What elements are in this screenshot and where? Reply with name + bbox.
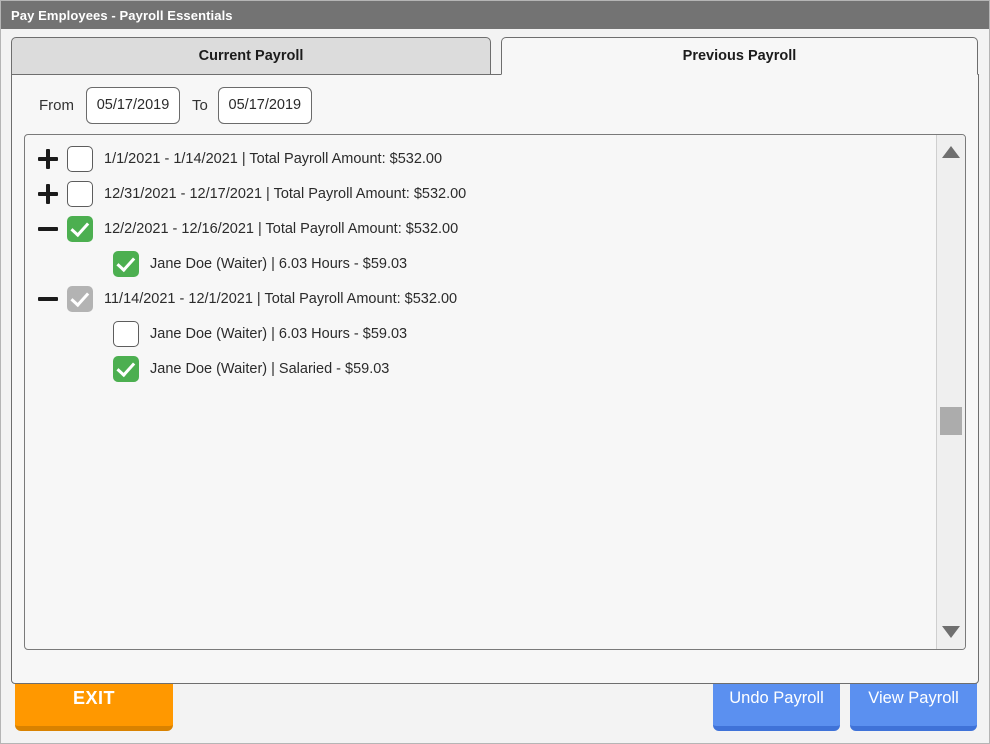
expand-plus-icon[interactable] <box>35 181 61 207</box>
tab-previous-payroll[interactable]: Previous Payroll <box>501 37 978 75</box>
tree-row[interactable]: 11/14/2021 - 12/1/2021 | Total Payroll A… <box>25 281 936 316</box>
tree-row-label: Jane Doe (Waiter) | 6.03 Hours - $59.03 <box>150 326 407 342</box>
to-label: To <box>192 97 208 114</box>
tree-row[interactable]: 1/1/2021 - 1/14/2021 | Total Payroll Amo… <box>25 141 936 176</box>
tree-row-label: 12/2/2021 - 12/16/2021 | Total Payroll A… <box>104 221 458 237</box>
tree-row-label: 12/31/2021 - 12/17/2021 | Total Payroll … <box>104 186 466 202</box>
tab-current-payroll-label: Current Payroll <box>199 48 304 64</box>
tree-row-label: 11/14/2021 - 12/1/2021 | Total Payroll A… <box>104 291 457 307</box>
row-checkbox[interactable] <box>67 146 93 172</box>
tree-row-label: Jane Doe (Waiter) | 6.03 Hours - $59.03 <box>150 256 407 272</box>
scroll-down-arrow-icon[interactable] <box>937 619 965 645</box>
tabs-area: Current Payroll Previous Payroll <box>1 29 989 75</box>
row-checkbox[interactable] <box>113 251 139 277</box>
tree-row[interactable]: 12/31/2021 - 12/17/2021 | Total Payroll … <box>25 176 936 211</box>
pay-employees-window: Pay Employees - Payroll Essentials Curre… <box>0 0 990 744</box>
tree-row[interactable]: 12/2/2021 - 12/16/2021 | Total Payroll A… <box>25 211 936 246</box>
tabstrip: Current Payroll Previous Payroll <box>11 37 979 75</box>
from-date-input[interactable]: 05/17/2019 <box>86 87 180 124</box>
payroll-tree-list: 1/1/2021 - 1/14/2021 | Total Payroll Amo… <box>25 135 936 649</box>
row-checkbox[interactable] <box>113 356 139 382</box>
scroll-thumb[interactable] <box>940 407 962 435</box>
tree-row[interactable]: Jane Doe (Waiter) | 6.03 Hours - $59.03 <box>25 246 936 281</box>
collapse-minus-icon[interactable] <box>35 216 61 242</box>
tab-previous-payroll-label: Previous Payroll <box>683 48 797 64</box>
tree-row[interactable]: Jane Doe (Waiter) | Salaried - $59.03 <box>25 351 936 386</box>
previous-payroll-panel: From 05/17/2019 To 05/17/2019 1/1/2021 -… <box>11 74 979 684</box>
window-titlebar: Pay Employees - Payroll Essentials <box>1 1 989 29</box>
to-date-input[interactable]: 05/17/2019 <box>218 87 312 124</box>
row-checkbox[interactable] <box>67 286 93 312</box>
row-checkbox[interactable] <box>67 181 93 207</box>
expand-plus-icon[interactable] <box>35 146 61 172</box>
from-label: From <box>39 97 74 114</box>
tree-row[interactable]: Jane Doe (Waiter) | 6.03 Hours - $59.03 <box>25 316 936 351</box>
payroll-tree-scrollbar[interactable] <box>936 135 965 649</box>
payroll-tree-panel: 1/1/2021 - 1/14/2021 | Total Payroll Amo… <box>24 134 966 650</box>
date-range-row: From 05/17/2019 To 05/17/2019 <box>24 85 966 125</box>
tab-current-payroll[interactable]: Current Payroll <box>11 37 491 75</box>
collapse-minus-icon[interactable] <box>35 286 61 312</box>
window-title: Pay Employees - Payroll Essentials <box>11 8 233 23</box>
scroll-up-arrow-icon[interactable] <box>937 139 965 165</box>
tree-row-label: 1/1/2021 - 1/14/2021 | Total Payroll Amo… <box>104 151 442 167</box>
row-checkbox[interactable] <box>67 216 93 242</box>
row-checkbox[interactable] <box>113 321 139 347</box>
tree-row-label: Jane Doe (Waiter) | Salaried - $59.03 <box>150 361 389 377</box>
